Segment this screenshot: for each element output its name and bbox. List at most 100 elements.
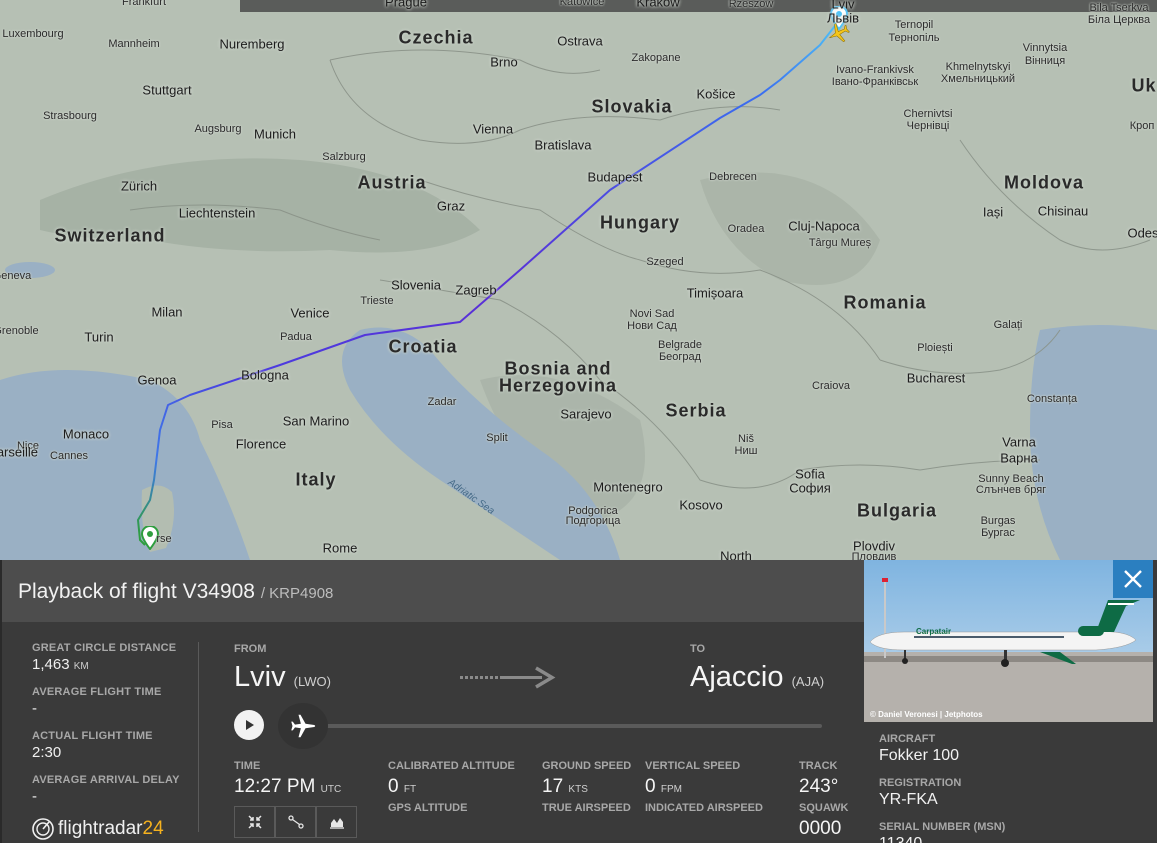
close-button[interactable] [1113,560,1153,598]
time-cell: Time 12:27 PM UTC [234,760,341,798]
map-label: Košice [696,86,736,102]
map-label: Graz [436,198,466,214]
origin-code: (LWO) [293,674,331,689]
map-label: Біла Церква [1087,14,1151,26]
route-arrow-icon [460,666,556,689]
map-label: Szeged [646,256,684,268]
ground-speed-cell: Ground speed 17 KTS True airspeed [542,760,631,814]
calibrated-altitude-value: 0 FT [388,776,515,798]
panel-header: Playback of flight V34908 / KRP4908 [2,560,866,622]
collapse-button[interactable] [234,806,275,838]
distance-number: 1,463 [32,656,70,673]
map-label: Mannheim [108,38,160,50]
map-label: Grenoble [0,325,39,337]
aircraft-photo[interactable]: Carpatair © Daniel Veronesi | Jetphotos [864,560,1153,722]
map-label: Chernivtsi [903,108,953,120]
map-label: Budapest [587,169,643,185]
map-label: rse [156,533,172,545]
map-label: Bologna [241,367,289,383]
map-label: Zakopane [631,52,681,64]
origin-city: Lviv (LWO) [234,661,331,694]
map-label: Odes [1127,225,1157,241]
map-label: Prague [385,0,427,10]
route-button[interactable] [275,806,316,838]
map-label: Genoa [137,372,177,388]
flight-map[interactable]: Czechia Slovakia Austria Hungary Switzer… [0,0,1157,560]
map-label: София [789,480,831,496]
map-label: Bulgaria [856,500,938,521]
map-label: Liechtenstein [178,205,256,221]
flightradar24-logo[interactable]: flightradar24 [32,818,164,840]
playback-slider-track[interactable] [302,724,822,728]
calibrated-altitude-cell: Calibrated altitude 0 FT GPS altitude [388,760,515,814]
map-label: Venice [290,305,330,321]
time-number: 12:27 PM [234,776,316,797]
flight-details: Playback of flight V34908 / KRP4908 Grea… [0,560,866,843]
map-label: Vienna [472,121,514,137]
avg-flight-time-label: Average flight time [32,686,162,698]
destination-code: (AJA) [791,674,825,689]
serial-number-label: Serial number (MSN) [879,821,1006,833]
chart-icon [329,818,344,829]
map-label: Uk [1131,75,1157,96]
map-label: Zadar [427,396,457,408]
map-label: Montenegro [593,479,663,495]
map-label: Ternopil [894,19,934,31]
map-label: Frankfurt [121,0,167,8]
vertical-speed-value: 0 FPM [645,776,763,798]
play-icon [246,720,254,730]
play-button[interactable] [234,710,264,740]
avg-arrival-delay-value: - [32,788,37,805]
map-label: San Marino [282,413,350,429]
map-label: Львів [826,10,860,26]
plane-icon [291,714,316,738]
registration-label: Registration [879,777,962,789]
map-label: Чернівці [906,120,950,132]
map-label: Слънчев бряг [975,484,1047,496]
map-label: Niš [738,433,754,445]
map-label: Trieste [360,295,394,307]
map-label: Timișoara [686,285,744,301]
map-label: Bila Tserkva [1089,2,1149,14]
map-label: Cluj-Napoca [788,218,860,234]
calibrated-altitude-number: 0 [388,776,399,797]
map-label: Augsburg [194,123,242,135]
ground-speed-unit: KTS [568,784,588,795]
livery-text: Carpatair [916,627,951,636]
ground-speed-number: 17 [542,776,564,797]
map-label: Monaco [62,426,110,442]
from-label: From [234,643,267,655]
flight-stats: Great circle distance 1,463 KM Average f… [32,642,192,818]
origin-block: From Lviv (LWO) [234,643,331,694]
map-label: Herzegovina [498,375,618,396]
to-label: To [690,643,706,655]
calibrated-altitude-unit: FT [403,784,417,795]
ground-speed-value: 17 KTS [542,776,631,798]
map-label: Вінниця [1024,55,1066,67]
map-label: Варна [1000,450,1038,466]
map-label: Vinnytsia [1022,42,1068,54]
destination-block: To Ajaccio (AJA) [690,643,824,694]
playback-slider-handle[interactable] [278,703,328,749]
track-cell: Track 243° Squawk 0000 [799,760,849,840]
map-label: Ploiești [917,342,953,354]
panel-title: Playback of flight V34908 / KRP4908 [18,580,333,604]
squawk-value: 0000 [799,818,842,839]
map-label: Пловдив [851,551,897,560]
squawk-label: Squawk [799,802,849,814]
map-label: Romania [843,292,927,313]
map-label: Београд [658,351,702,363]
map-label: Burgas [980,515,1016,527]
map-label: Sarajevo [560,406,612,422]
serial-number-value: 11340 [879,835,1005,843]
chart-button[interactable] [316,806,357,838]
aircraft-panel: Carpatair © Daniel Veronesi | Jetphotos … [864,560,1157,843]
calibrated-altitude-label: Calibrated altitude [388,760,515,772]
photo-credit[interactable]: © Daniel Veronesi | Jetphotos [870,710,983,719]
track-value: 243° [799,776,839,797]
map-label: Turin [84,329,114,345]
aircraft-info: Aircraft Fokker 100 Registration YR-FKA … [879,733,1005,843]
map-label: Serbia [665,400,727,421]
view-toolbar [234,806,357,838]
map-label: Milan [151,304,183,320]
